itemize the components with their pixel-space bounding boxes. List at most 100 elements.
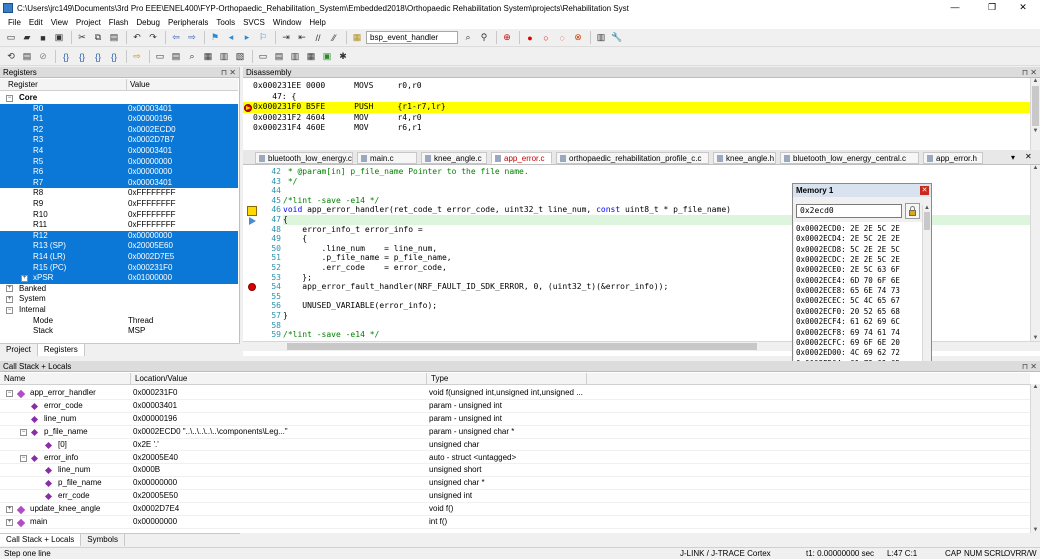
trace-window-icon[interactable]: ▦ (304, 50, 318, 63)
analysis-window-icon[interactable]: ▥ (288, 50, 302, 63)
register-row[interactable]: − Internal (0, 305, 238, 316)
tab-symbols[interactable]: Symbols (81, 534, 125, 546)
callstack-location[interactable]: 0x00003401 (133, 400, 177, 413)
disassembly-line[interactable]: 0x000231EE 0000 MOVS r0,r0 (243, 81, 1030, 92)
register-row[interactable]: R3 0x0002D7B7 (0, 135, 238, 146)
bookmark-next-icon[interactable]: ▸ (240, 31, 254, 44)
step-out-icon[interactable]: {} (91, 50, 105, 63)
bookmark-icon[interactable]: ⚑ (208, 31, 222, 44)
menu-edit[interactable]: Edit (25, 18, 47, 27)
register-row[interactable]: R4 0x00003401 (0, 146, 238, 157)
step-into-icon[interactable]: {} (59, 50, 73, 63)
memory-row[interactable]: 0x0002ECE8: 65 6E 74 73 (796, 286, 900, 296)
editor-tab[interactable]: knee_angle.h (713, 152, 776, 164)
editor-hscroll-thumb[interactable] (287, 343, 757, 350)
find-combo[interactable]: bsp_event_handler (366, 31, 458, 44)
callstack-pin-close[interactable]: ⊓ ✕ (1022, 361, 1037, 372)
menu-flash[interactable]: Flash (105, 18, 133, 27)
indent-icon[interactable]: ⇥ (279, 31, 293, 44)
memory-scroll-thumb[interactable] (924, 212, 930, 230)
register-value[interactable]: 0x00003401 (128, 146, 172, 157)
register-row[interactable]: + System (0, 294, 238, 305)
register-row[interactable]: + xPSR 0x01000000 (0, 273, 238, 284)
disassembly-line[interactable]: 0x000231F0 B5FE PUSH {r1-r7,lr} (243, 102, 1030, 113)
disassembly-line[interactable]: 0x000231F2 4604 MOV r4,r0 (243, 113, 1030, 124)
watch-window-icon[interactable]: ▧ (233, 50, 247, 63)
register-row[interactable]: Mode Thread (0, 316, 238, 327)
callstack-row[interactable]: [0] 0x2E '.' unsigned char (0, 439, 1030, 452)
register-row[interactable]: + Banked (0, 284, 238, 295)
tree-expander-icon[interactable]: + (6, 285, 13, 293)
register-row[interactable]: R1 0x00000196 (0, 114, 238, 125)
register-value[interactable]: MSP (128, 326, 145, 337)
minimize-button[interactable]: — (938, 0, 972, 16)
undo-icon[interactable]: ↶ (130, 31, 144, 44)
register-row[interactable]: R15 (PC) 0x000231F0 (0, 262, 238, 274)
register-row[interactable]: − Core (0, 93, 238, 104)
disassembly-scroll-thumb[interactable] (1032, 86, 1039, 126)
code-line[interactable]: UNUSED_VARIABLE(error_info); (283, 301, 437, 311)
editor-tab[interactable]: bluetooth_low_energy.c (255, 152, 353, 164)
run-to-cursor-icon[interactable]: {} (107, 50, 121, 63)
tab-registers[interactable]: Registers (37, 344, 85, 356)
memory-row[interactable]: 0x0002ECDC: 2E 2E 5C 2E (796, 255, 900, 265)
bookmark-prev-icon[interactable]: ◂ (224, 31, 238, 44)
register-value[interactable]: 0x0002ECD0 (128, 125, 176, 136)
nav-back-icon[interactable]: ⇦ (169, 31, 183, 44)
callstack-row[interactable]: error_code 0x00003401 param - unsigned int (0, 400, 1030, 413)
restore-button[interactable]: ❐ (975, 0, 1009, 16)
register-row[interactable]: R13 (SP) 0x20005E60 (0, 241, 238, 252)
stop-icon[interactable]: ⊘ (36, 50, 50, 63)
register-value[interactable]: 0x00000000 (128, 167, 172, 178)
comment-icon[interactable]: // (311, 31, 325, 44)
editor-tab[interactable]: app_error.c (491, 152, 552, 164)
code-line[interactable]: .err_code = error_code, (283, 263, 447, 273)
memory-row[interactable]: 0x0002ECE0: 2E 5C 63 6F (796, 265, 900, 275)
memory-close-icon[interactable]: ✕ (920, 186, 929, 195)
memory-row[interactable]: 0x0002ECD8: 5C 2E 2E 5C (796, 245, 900, 255)
column-value[interactable]: Value (130, 80, 150, 89)
command-window-icon[interactable]: ▭ (153, 50, 167, 63)
callstack-location[interactable]: 0x0002D7E4 (133, 503, 179, 516)
reset-cpu-icon[interactable]: ⟲ (4, 50, 18, 63)
register-value[interactable]: 0xFFFFFFFF (128, 199, 176, 210)
memory-address-input[interactable]: 0x2ecd0 (796, 204, 902, 218)
column-register[interactable]: Register (8, 80, 38, 89)
insert-breakpoint-icon[interactable]: ● (523, 31, 537, 44)
memory-row[interactable]: 0x0002ED00: 4C 69 62 72 (796, 348, 900, 358)
memory-row[interactable]: 0x0002ECF4: 61 62 69 6C (796, 317, 900, 327)
menu-tools[interactable]: Tools (212, 18, 239, 27)
code-line[interactable]: */ (283, 177, 298, 187)
bookmark-clear-icon[interactable]: ⚐ (256, 31, 270, 44)
register-value[interactable]: Thread (128, 316, 153, 327)
column-name[interactable]: Name (4, 374, 25, 383)
code-line[interactable]: app_error_fault_handler(NRF_FAULT_ID_SDK… (283, 282, 668, 292)
editor-tab[interactable]: app_error.h (923, 152, 983, 164)
incremental-find-icon[interactable]: ⚲ (477, 31, 491, 44)
menu-svcs[interactable]: SVCS (239, 18, 269, 27)
register-row[interactable]: R10 0xFFFFFFFF (0, 210, 238, 221)
register-row[interactable]: R11 0xFFFFFFFF (0, 220, 238, 231)
register-row[interactable]: R5 0x00000000 (0, 156, 238, 168)
callstack-row[interactable]: line_num 0x00000196 param - unsigned int (0, 413, 1030, 426)
tabs-dropdown-icon[interactable]: ▾ (1011, 153, 1015, 162)
disassembly-scrollbar[interactable]: ▲ ▼ (1030, 78, 1040, 150)
editor-tab[interactable]: knee_angle.c (421, 152, 487, 164)
disable-breakpoint-icon[interactable]: ◌ (555, 31, 569, 44)
code-line[interactable]: /*lint -save -e14 */ (283, 196, 379, 206)
register-value[interactable]: 0xFFFFFFFF (128, 210, 176, 221)
callstack-location[interactable]: 0x20005E40 (133, 452, 178, 465)
symbols-window-icon[interactable]: ⌕ (185, 50, 199, 63)
menu-window[interactable]: Window (269, 18, 305, 27)
close-window-button[interactable]: ✕ (1006, 0, 1040, 16)
menu-view[interactable]: View (47, 18, 72, 27)
callstack-location[interactable]: 0x00000000 (133, 516, 177, 529)
callstack-row[interactable]: − p_file_name 0x0002ECD0 "..\..\..\..\..\c… (0, 426, 1030, 439)
disassembly-window-icon[interactable]: ▤ (169, 50, 183, 63)
callstack-location[interactable]: 0x000B (133, 464, 160, 477)
callstack-row[interactable]: err_code 0x20005E50 unsigned int (0, 490, 1030, 504)
menu-help[interactable]: Help (305, 18, 329, 27)
callstack-location[interactable]: 0x000231F0 (133, 387, 177, 400)
memory-window-icon[interactable]: ▭ (256, 50, 270, 63)
register-row[interactable]: R14 (LR) 0x0002D7E5 (0, 252, 238, 263)
